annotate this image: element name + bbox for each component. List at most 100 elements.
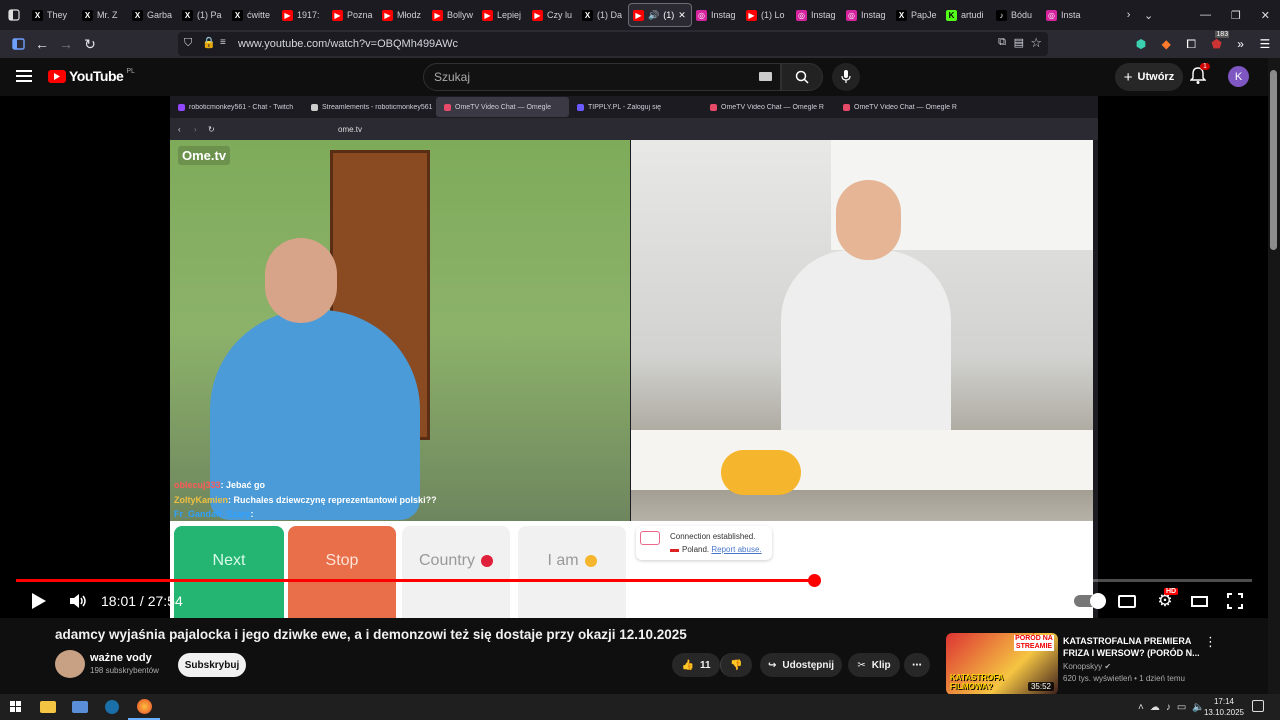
keyboard-icon[interactable] bbox=[759, 72, 772, 81]
browser-tab[interactable]: ▶ Młodz bbox=[378, 0, 428, 30]
x-favicon-icon: X bbox=[132, 9, 143, 21]
browser-tab[interactable]: ▶ (1) Lo bbox=[742, 0, 792, 30]
video-player[interactable]: roboticmonkey561 - Chat - Twitch Streamle… bbox=[0, 96, 1268, 618]
play-button[interactable] bbox=[28, 590, 50, 612]
start-button[interactable] bbox=[0, 694, 32, 720]
browser-tab-label: Bódu bbox=[1011, 10, 1033, 20]
back-icon[interactable]: ← bbox=[30, 32, 54, 56]
tab-close-icon[interactable]: ✕ bbox=[678, 10, 686, 21]
browser-tab[interactable]: ▶ Czy lu bbox=[528, 0, 578, 30]
browser-tab[interactable]: X Mr. Z bbox=[78, 0, 128, 30]
browser-tab[interactable]: ♪ Bódu bbox=[992, 0, 1042, 30]
x-favicon-icon: X bbox=[182, 9, 193, 21]
browser-tab[interactable]: Xćwitte bbox=[228, 0, 278, 30]
restore-icon[interactable]: ❐ bbox=[1231, 9, 1241, 22]
tab-list-icon[interactable] bbox=[0, 0, 28, 30]
recommended-channel[interactable]: Konopskyy bbox=[1063, 662, 1102, 671]
guide-menu-icon[interactable] bbox=[16, 68, 32, 82]
progress-bar[interactable] bbox=[16, 574, 1252, 587]
browser-tab[interactable]: X They bbox=[28, 0, 78, 30]
clip-button[interactable]: ✂ Klip bbox=[848, 653, 900, 677]
share-button[interactable]: ↪ Udostępnij bbox=[760, 653, 842, 677]
autoplay-toggle[interactable] bbox=[1072, 590, 1106, 612]
browser-tab[interactable]: ◎ Instag bbox=[842, 0, 892, 30]
firefox-icon[interactable] bbox=[128, 694, 160, 720]
network-icon[interactable]: ▭ bbox=[1177, 702, 1186, 713]
browser-tab-label: Pozna bbox=[347, 10, 373, 20]
notification-center-icon[interactable] bbox=[1252, 700, 1264, 712]
sidebar-toggle-icon[interactable] bbox=[6, 32, 30, 56]
app-menu-icon[interactable]: ☰ bbox=[1259, 37, 1270, 51]
browser-tab[interactable]: ▶ Bollyw bbox=[428, 0, 478, 30]
page-scrollbar[interactable] bbox=[1268, 58, 1280, 694]
ublock-icon[interactable]: ⬟ 183 bbox=[1211, 31, 1230, 51]
browser-tab[interactable]: ◎ Instag bbox=[692, 0, 742, 30]
tray-overflow-icon[interactable]: ˄ bbox=[1138, 702, 1144, 713]
recommended-thumbnail[interactable]: PORÓD NA STREAMIE KATASTROFA FILMOWA? 35… bbox=[946, 633, 1058, 695]
clock[interactable]: 17:14 13.10.2025 bbox=[1202, 696, 1246, 718]
voice-search-button[interactable] bbox=[832, 63, 860, 91]
stream-tab-label: OmeTV Video Chat — Omegle R bbox=[721, 103, 824, 111]
browser-tab[interactable]: ▶ Lepiej bbox=[478, 0, 528, 30]
extensions-puzzle-icon[interactable]: ⧠ bbox=[1186, 37, 1196, 52]
more-actions-button[interactable]: ⋯ bbox=[904, 653, 930, 677]
fox-extension-icon[interactable]: ◆ bbox=[1162, 37, 1171, 51]
tab-list-dropdown-icon[interactable]: ⌄ bbox=[1144, 9, 1153, 22]
browser-tab[interactable]: X (1) Pa bbox=[178, 0, 228, 30]
forward-icon[interactable]: → bbox=[54, 32, 78, 56]
ome-small-logo-icon bbox=[640, 531, 660, 545]
browser-tab[interactable]: ▶ 1917: bbox=[278, 0, 328, 30]
stream-browser-tab: Streamlements - roboticmonkey561 bbox=[303, 103, 436, 111]
settings-button[interactable]: ⚙ HD bbox=[1152, 588, 1179, 612]
recommended-menu-icon[interactable]: ⋮ bbox=[1204, 634, 1217, 650]
browser-tab[interactable]: X PapJe bbox=[892, 0, 942, 30]
subscribe-button[interactable]: Subskrybuj bbox=[178, 653, 246, 677]
like-button[interactable]: 👍 11 bbox=[672, 653, 720, 677]
channel-name[interactable]: ważne vody bbox=[90, 652, 159, 664]
dislike-button[interactable]: 👎 bbox=[720, 653, 752, 677]
recommended-title[interactable]: KATASTROFALNA PREMIERA FRIZA I WERSOW? (… bbox=[1063, 635, 1203, 659]
scrollbar-thumb[interactable] bbox=[1270, 70, 1277, 250]
subtitles-button[interactable] bbox=[1116, 590, 1138, 612]
monitor-app-icon[interactable] bbox=[64, 694, 96, 720]
theater-mode-button[interactable] bbox=[1188, 590, 1210, 612]
tab-audio-icon[interactable]: 🔊 bbox=[648, 10, 659, 21]
overflow-menu-icon[interactable]: » bbox=[1237, 37, 1244, 51]
url-bar[interactable]: ⛉ 🔒 ≡ www.youtube.com/watch?v=OBQMh499AW… bbox=[178, 32, 1048, 56]
lock-icon[interactable]: 🔒 bbox=[202, 36, 216, 49]
browser-tab[interactable]: ▶ Pozna bbox=[328, 0, 378, 30]
volume-tray-icon[interactable]: ♪ bbox=[1166, 702, 1171, 713]
file-explorer-icon[interactable] bbox=[32, 694, 64, 720]
reader-view-icon[interactable]: ▤ bbox=[1014, 36, 1024, 49]
microphone-icon bbox=[841, 70, 851, 83]
cloud-icon[interactable]: ☁ bbox=[1150, 702, 1160, 713]
x-favicon-icon: X bbox=[32, 9, 43, 21]
browser-tab[interactable]: Kartudi bbox=[942, 0, 992, 30]
vpn-extension-icon[interactable]: ⬢ bbox=[1136, 37, 1146, 51]
search-button[interactable] bbox=[781, 63, 823, 91]
search-input[interactable]: Szukaj bbox=[423, 63, 781, 91]
stream-tab-label: TIPPLY.PL - Zaloguj się bbox=[588, 103, 662, 111]
mute-button[interactable] bbox=[68, 590, 90, 612]
browser-tab[interactable]: X (1) Da bbox=[578, 0, 628, 30]
browser-tab[interactable]: ▶ 🔊 (1) ✕ bbox=[628, 3, 692, 27]
fullscreen-button[interactable] bbox=[1224, 590, 1246, 612]
browser-tab[interactable]: X Garba bbox=[128, 0, 178, 30]
browser-tab[interactable]: ◎ Insta bbox=[1042, 0, 1092, 30]
youtube-logo[interactable]: YouTube PL bbox=[48, 68, 135, 84]
minimize-icon[interactable]: — bbox=[1200, 9, 1211, 21]
permissions-icon[interactable]: ≡ bbox=[220, 37, 226, 48]
bookmark-star-icon[interactable]: ☆ bbox=[1030, 35, 1042, 51]
scroll-tabs-right-icon[interactable]: › bbox=[1127, 9, 1131, 21]
channel-avatar[interactable] bbox=[55, 650, 85, 678]
x-favicon-icon: X bbox=[232, 9, 243, 21]
close-window-icon[interactable]: ✕ bbox=[1261, 9, 1270, 22]
shield-icon[interactable]: ⛉ bbox=[184, 37, 192, 50]
create-button[interactable]: + Utwórz bbox=[1115, 63, 1183, 91]
reload-icon[interactable]: ↻ bbox=[78, 32, 102, 56]
picture-in-picture-icon[interactable]: ⧉ bbox=[998, 36, 1006, 49]
avatar[interactable]: K bbox=[1228, 66, 1249, 87]
steam-icon[interactable] bbox=[96, 694, 128, 720]
notifications-button[interactable]: 1 bbox=[1189, 63, 1210, 87]
browser-tab[interactable]: ◎ Instag bbox=[792, 0, 842, 30]
